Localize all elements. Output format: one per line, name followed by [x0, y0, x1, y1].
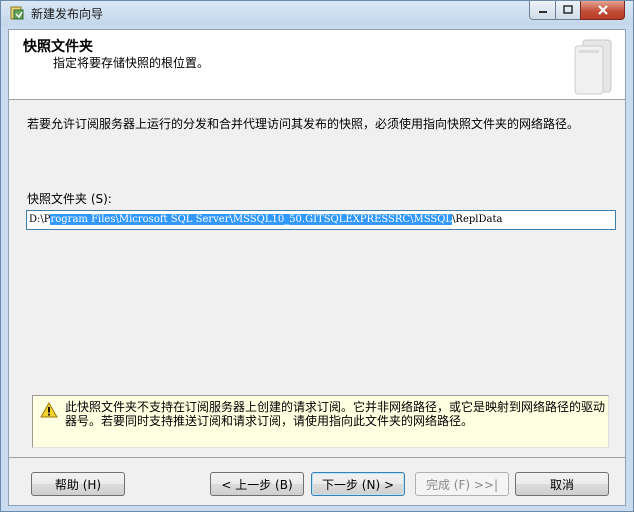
folder-path-selection: rogram Files\Microsoft SQL Server\MSSQL1… — [50, 214, 453, 225]
minimize-icon — [538, 11, 547, 13]
help-button[interactable]: 帮助 (H) — [31, 472, 125, 496]
wizard-client-area: 快照文件夹 指定将要存储快照的根位置。 若要允许订阅服务器上运行的分发和合并代理… — [8, 29, 626, 506]
wizard-header: 快照文件夹 指定将要存储快照的根位置。 — [9, 30, 625, 100]
folder-path-prefix: D:\P — [29, 214, 51, 225]
cancel-button[interactable]: 取消 — [515, 472, 609, 496]
minimize-button[interactable] — [529, 1, 556, 20]
wizard-footer: 帮助 (H) < 上一步 (B) 下一步 (N) > 完成 (F) >>| 取消 — [9, 457, 625, 505]
folder-path-suffix: \ReplData — [452, 214, 503, 225]
back-button[interactable]: < 上一步 (B) — [210, 472, 304, 496]
page-subtitle: 指定将要存储快照的根位置。 — [53, 56, 210, 70]
wizard-window: 新建发布向导 快照文件夹 指定将要存储快照的根位置。 若要允许订阅服务器上运行的… — [0, 0, 634, 512]
page-title: 快照文件夹 — [23, 39, 93, 55]
header-art-icon — [569, 36, 617, 96]
close-icon — [597, 5, 608, 15]
folder-label: 快照文件夹 (S): — [27, 192, 112, 206]
snapshot-folder-input[interactable]: D:\Program Files\Microsoft SQL Server\MS… — [26, 210, 616, 230]
warning-icon — [40, 401, 58, 418]
next-button[interactable]: 下一步 (N) > — [311, 472, 405, 496]
finish-button[interactable]: 完成 (F) >>| — [415, 472, 509, 496]
wizard-body: 若要允许订阅服务器上运行的分发和合并代理访问其发布的快照，必须使用指向快照文件夹… — [9, 101, 625, 456]
window-title: 新建发布向导 — [31, 7, 104, 21]
wizard-app-icon — [9, 5, 25, 21]
maximize-button[interactable] — [555, 1, 581, 20]
maximize-icon — [563, 5, 573, 14]
warning-panel: 此快照文件夹不支持在订阅服务器上创建的请求订阅。它并非网络路径，或它是映射到网络… — [32, 395, 609, 448]
warning-text: 此快照文件夹不支持在订阅服务器上创建的请求订阅。它并非网络路径，或它是映射到网络… — [65, 400, 606, 428]
title-bar[interactable]: 新建发布向导 — [1, 1, 633, 25]
description-text: 若要允许订阅服务器上运行的分发和合并代理访问其发布的快照，必须使用指向快照文件夹… — [27, 117, 580, 131]
close-button[interactable] — [580, 1, 625, 20]
